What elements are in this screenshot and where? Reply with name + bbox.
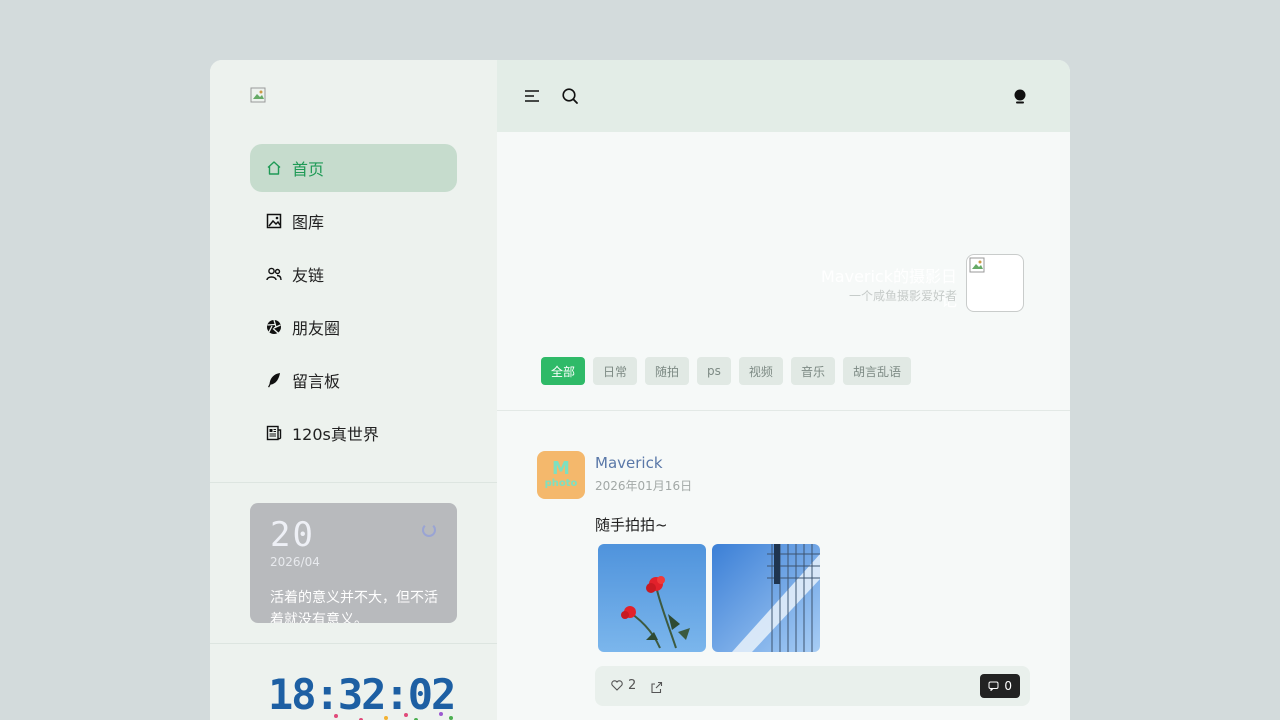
site-logo-broken-image-icon[interactable]: [250, 87, 266, 103]
comment-button[interactable]: 0: [980, 674, 1020, 698]
tag-snapshots[interactable]: 随拍: [645, 357, 690, 385]
tag-all[interactable]: 全部: [541, 357, 586, 385]
post-text: 随手拍拍~: [595, 516, 668, 534]
sidebar-item-moments[interactable]: 朋友圈: [250, 303, 457, 351]
sidebar-item-label: 图库: [292, 213, 325, 232]
top-bar: [497, 60, 1070, 132]
post-author[interactable]: Maverick: [595, 454, 663, 472]
calendar-card: 20 2026/04 活着的意义并不大，但不活着就没有意义。: [250, 503, 457, 623]
sidebar-item-label: 120s真世界: [292, 425, 379, 444]
loading-spinner-icon: [422, 523, 436, 537]
post-actions-bar: 2 0: [595, 666, 1030, 706]
tag-daily[interactable]: 日常: [593, 357, 638, 385]
post-photo-flowers[interactable]: [598, 544, 706, 652]
sidebar-item-friend-links[interactable]: 友链: [250, 250, 457, 298]
post-photo-windmill[interactable]: [712, 544, 820, 652]
sidebar-item-120s-world[interactable]: 120s真世界: [250, 409, 457, 457]
tag-ramblings[interactable]: 胡言乱语: [842, 357, 911, 385]
site-avatar-broken-image[interactable]: [966, 254, 1024, 312]
app-window: 首页 图库 友链 朋友圈 留言板 120s真世界 20 2026/04 活着的意…: [210, 60, 1070, 720]
comment-count: 0: [1004, 679, 1012, 693]
sidebar-divider: [210, 482, 497, 483]
sidebar-item-label: 留言板: [292, 372, 341, 391]
category-tags: 全部 日常 随拍 ps 视频 音乐 胡言乱语: [541, 357, 911, 385]
sidebar: 首页 图库 友链 朋友圈 留言板 120s真世界 20 2026/04 活着的意…: [210, 60, 497, 720]
digital-clock: 18:32:02: [268, 670, 456, 719]
users-icon: [266, 266, 282, 282]
home-icon: [266, 160, 282, 176]
like-count: 2: [628, 678, 637, 693]
like-button[interactable]: 2: [611, 678, 636, 693]
sidebar-item-gallery[interactable]: 图库: [250, 197, 457, 245]
image-icon: [266, 213, 282, 229]
avatar-text-top: M: [552, 458, 570, 479]
search-icon[interactable]: [561, 87, 579, 105]
main-nav: 首页 图库 友链 朋友圈 留言板 120s真世界: [250, 144, 457, 462]
sidebar-item-guestbook[interactable]: 留言板: [250, 356, 457, 404]
avatar[interactable]: M photo: [537, 451, 585, 499]
menu-icon[interactable]: [523, 87, 541, 105]
newspaper-icon: [266, 425, 282, 441]
sidebar-divider: [210, 643, 497, 644]
feather-icon: [266, 372, 282, 388]
sidebar-item-label: 友链: [292, 266, 325, 285]
aperture-icon: [266, 319, 282, 335]
daily-quote: 活着的意义并不大，但不活着就没有意义。: [270, 590, 438, 623]
main-content: Maverick的摄影日记 一个咸鱼摄影爱好者 全部 日常 随拍 ps 视频 音…: [497, 60, 1070, 720]
heart-icon: [611, 680, 623, 691]
content-divider: [497, 410, 1070, 411]
tag-music[interactable]: 音乐: [790, 357, 835, 385]
tag-video[interactable]: 视频: [738, 357, 783, 385]
calendar-day: 20: [270, 515, 315, 555]
tag-ps[interactable]: ps: [697, 357, 731, 385]
calendar-year-month: 2026/04: [270, 555, 320, 569]
theme-toggle-icon[interactable]: [1011, 87, 1029, 105]
avatar-text-bottom: photo: [544, 478, 578, 489]
sidebar-item-home[interactable]: 首页: [250, 144, 457, 192]
share-icon[interactable]: [650, 679, 663, 698]
sidebar-item-label: 朋友圈: [292, 319, 341, 338]
site-subtitle: 一个咸鱼摄影爱好者: [848, 289, 957, 303]
comment-icon: [988, 681, 999, 691]
post-date: 2026年01月16日: [595, 479, 693, 493]
sidebar-item-label: 首页: [292, 160, 325, 179]
